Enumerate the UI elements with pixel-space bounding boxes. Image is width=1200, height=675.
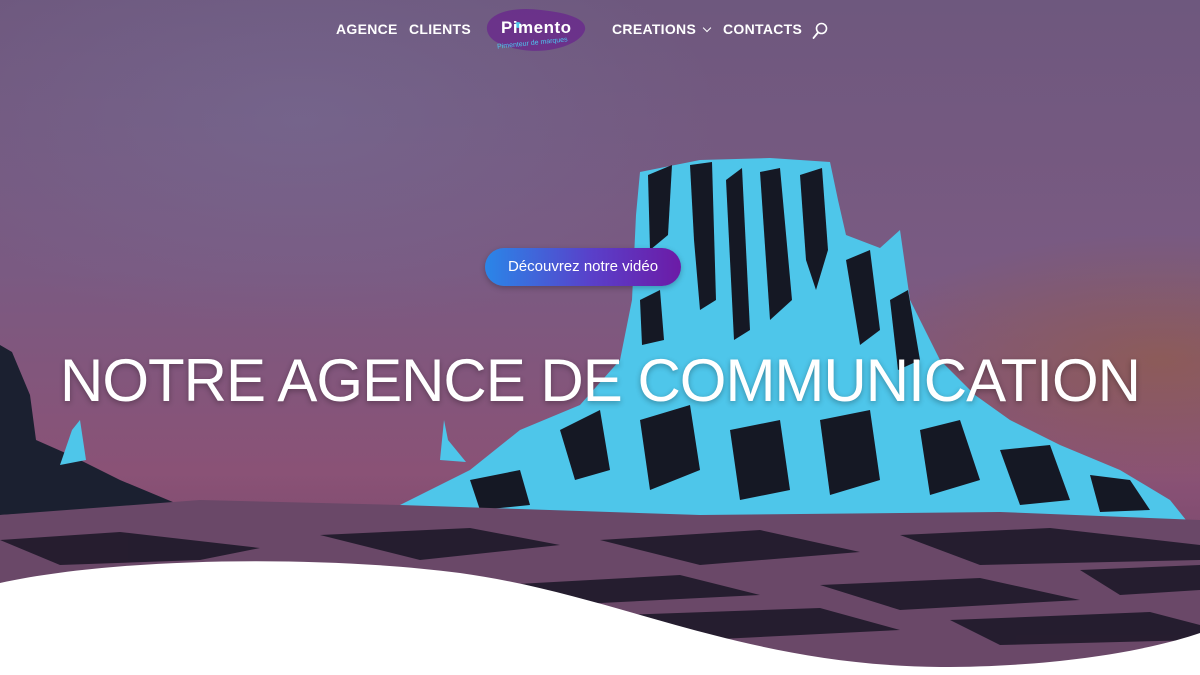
nav-item-clients[interactable]: CLIENTS: [409, 21, 471, 37]
search-icon[interactable]: [812, 22, 828, 40]
main-navigation: AGENCE CLIENTS Pimento Pimenteur de marq…: [0, 0, 1200, 62]
nav-item-creations[interactable]: CREATIONS: [612, 21, 712, 37]
hero-headline: NOTRE AGENCE DE COMMUNICATION: [60, 347, 1141, 414]
nav-item-agence[interactable]: AGENCE: [336, 21, 398, 37]
nav-item-creations-label: CREATIONS: [612, 21, 697, 37]
main-mesa: [390, 158, 1190, 525]
hero-section: AGENCE CLIENTS Pimento Pimenteur de marq…: [0, 0, 1200, 675]
chevron-down-icon: [702, 23, 712, 33]
logo-wordmark: Pimento: [501, 18, 572, 37]
nav-item-contacts[interactable]: CONTACTS: [723, 21, 802, 37]
watch-video-button[interactable]: Découvrez notre vidéo: [485, 248, 681, 286]
site-logo[interactable]: Pimento Pimenteur de marques: [481, 4, 589, 58]
wave-divider: [0, 561, 1200, 675]
